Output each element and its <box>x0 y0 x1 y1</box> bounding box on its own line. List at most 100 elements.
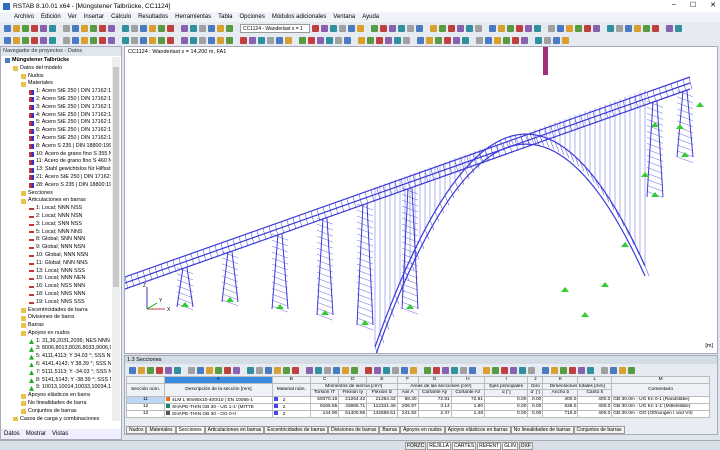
tree-item[interactable]: 10: Global; NNN NSN <box>1 252 111 260</box>
table-row[interactable]: 11 4LM L 90x90x10-400/10 | EN 10056-1 2 593… <box>126 395 710 404</box>
toolbar-icon[interactable] <box>49 36 56 44</box>
toolbar-icon[interactable] <box>417 36 424 44</box>
tree-item[interactable]: 11: Global; NNN NNS <box>1 260 111 268</box>
table-tab[interactable]: Conjuntos de barras <box>573 426 625 434</box>
section-number[interactable]: 11 <box>126 395 165 404</box>
cell-b[interactable]: 636.0 <box>542 402 579 411</box>
cell-az[interactable]: 1.80 <box>450 402 486 411</box>
toolbar-icon[interactable] <box>652 24 659 32</box>
tree-item[interactable]: 21: Acero StE 250 | DIN 17162:1 <box>1 174 111 182</box>
tree-item[interactable]: 9: Global; NNN NSN <box>1 244 111 252</box>
minimize-button[interactable]: – <box>672 1 676 9</box>
toolbar-icon[interactable] <box>453 36 460 44</box>
toolbar-icon[interactable] <box>181 36 188 44</box>
toolbar-icon[interactable] <box>333 366 340 374</box>
toolbar-icon[interactable] <box>140 24 147 32</box>
tree-item[interactable]: 8: Global; SNN NNN <box>1 236 111 244</box>
toolbar-icon[interactable] <box>149 24 156 32</box>
menu-ventana[interactable]: Ventana <box>333 14 355 20</box>
table-tab[interactable]: Nudos <box>126 426 147 434</box>
toolbar-icon[interactable] <box>548 24 555 32</box>
table-tab[interactable]: Apoyos en nudos <box>400 426 445 434</box>
toolbar-icon[interactable] <box>521 36 528 44</box>
cell-ay[interactable]: 3.14 <box>417 402 452 411</box>
toolbar-icon[interactable] <box>312 24 319 32</box>
table-tab[interactable]: Excentricidades de barras <box>264 426 329 434</box>
toolbar-icon[interactable] <box>4 36 11 44</box>
toolbar-icon[interactable] <box>407 24 414 32</box>
toolbar-icon[interactable] <box>197 366 204 374</box>
toolbar-icon[interactable] <box>72 24 79 32</box>
cell-al[interactable]: 0.00 <box>483 402 529 411</box>
cell-ay[interactable]: 72.81 <box>417 395 452 404</box>
tree-item[interactable]: 4: Acero StE 250 | DIN 17162:19 <box>1 112 111 120</box>
toolbar-icon[interactable] <box>140 36 147 44</box>
cell-az[interactable]: 1.48 <box>450 409 486 418</box>
tree-item[interactable]: Casos de carga y combinaciones <box>1 416 111 421</box>
tree-item[interactable]: 2: Local; NNN NSN <box>1 213 111 221</box>
tree-item[interactable]: No linealidades de barra <box>1 400 111 408</box>
menu-ayuda[interactable]: Ayuda <box>362 14 379 20</box>
toolbar-icon[interactable] <box>483 366 490 374</box>
toolbar-icon[interactable] <box>433 366 440 374</box>
tree-item[interactable]: 28: Acero S 235 | DIN 18800:199 <box>1 182 111 190</box>
toolbar-icon[interactable] <box>90 36 97 44</box>
tree-item[interactable]: 1: Local; NNN NSS <box>1 205 111 213</box>
toolbar-icon[interactable] <box>208 36 215 44</box>
toolbar-icon[interactable] <box>430 24 437 32</box>
3d-viewport[interactable]: CC1124 : Wanderlast x = 14.200 m, FA1 XY… <box>124 46 718 354</box>
toolbar-icon[interactable] <box>462 36 469 44</box>
cell-a[interactable]: 241.92 <box>396 409 419 418</box>
material-number[interactable]: 2 <box>271 395 311 404</box>
toolbar-icon[interactable] <box>584 24 591 32</box>
status-toggle[interactable]: CARTES <box>451 441 477 450</box>
nav-tab-datos[interactable]: Datos <box>4 431 20 437</box>
tree-item[interactable]: 3: 8006,8013,8026,8033,9006,90 <box>1 345 111 353</box>
tree-item[interactable]: Apoyos en nudos <box>1 330 111 338</box>
toolbar-icon[interactable] <box>22 36 29 44</box>
toolbar-icon[interactable] <box>131 24 138 32</box>
toolbar-icon[interactable] <box>416 24 423 32</box>
tree-item[interactable]: 13: Stahl gewichtslos für Hilfsst <box>1 166 111 174</box>
toolbar-icon[interactable] <box>63 36 70 44</box>
toolbar-icon[interactable] <box>519 366 526 374</box>
toolbar-icon[interactable] <box>108 24 115 32</box>
toolbar-icon[interactable] <box>122 24 129 32</box>
menu-módulos-adicionales[interactable]: Módulos adicionales <box>272 14 326 20</box>
tree-item[interactable]: 6: Acero StE 250 | DIN 17162:19 <box>1 127 111 135</box>
toolbar-icon[interactable] <box>217 36 224 44</box>
toolbar-icon[interactable] <box>394 36 401 44</box>
tree-item[interactable]: 3: Local; SNN NSS <box>1 221 111 229</box>
toolbar-icon[interactable] <box>330 24 337 32</box>
toolbar-icon[interactable] <box>510 366 517 374</box>
toolbar-icon[interactable] <box>625 24 632 32</box>
tree-item[interactable]: 7: 5111,5113; Y -34.03 °; SSS N <box>1 369 111 377</box>
tree-item[interactable]: 3: Acero StE 250 | DIN 17162:19 <box>1 104 111 112</box>
cell-h[interactable]: 400.0 <box>577 402 613 411</box>
toolbar-icon[interactable] <box>324 366 331 374</box>
toolbar-icon[interactable] <box>49 24 56 32</box>
toolbar-icon[interactable] <box>208 24 215 32</box>
toolbar-icon[interactable] <box>424 366 431 374</box>
menu-ver[interactable]: Ver <box>68 14 77 20</box>
toolbar-icon[interactable] <box>469 366 476 374</box>
cell-al2[interactable]: 0.00 <box>527 395 544 404</box>
tree-item[interactable]: 5: Acero StE 250 | DIN 17162:19 <box>1 119 111 127</box>
toolbar-icon[interactable] <box>81 24 88 32</box>
toolbar-icon[interactable] <box>335 36 342 44</box>
table-tab[interactable]: Barras <box>379 426 401 434</box>
loadcase-select[interactable]: CC1124 - Wanderlast x = 1 <box>240 23 310 33</box>
toolbar-icon[interactable] <box>215 366 222 374</box>
toolbar-icon[interactable] <box>63 24 70 32</box>
toolbar-icon[interactable] <box>81 36 88 44</box>
toolbar-icon[interactable] <box>542 366 549 374</box>
toolbar-icon[interactable] <box>138 366 145 374</box>
toolbar-icon[interactable] <box>398 24 405 32</box>
tree-item[interactable]: Secciones <box>1 190 111 198</box>
tree-item[interactable]: 19: Local; NNS SSS <box>1 299 111 307</box>
toolbar-icon[interactable] <box>90 24 97 32</box>
toolbar-icon[interactable] <box>292 366 299 374</box>
tree-item[interactable]: 1: 31,36,2031,2036; NES NNN <box>1 338 111 346</box>
toolbar-icon[interactable] <box>129 366 136 374</box>
toolbar-icon[interactable] <box>569 366 576 374</box>
